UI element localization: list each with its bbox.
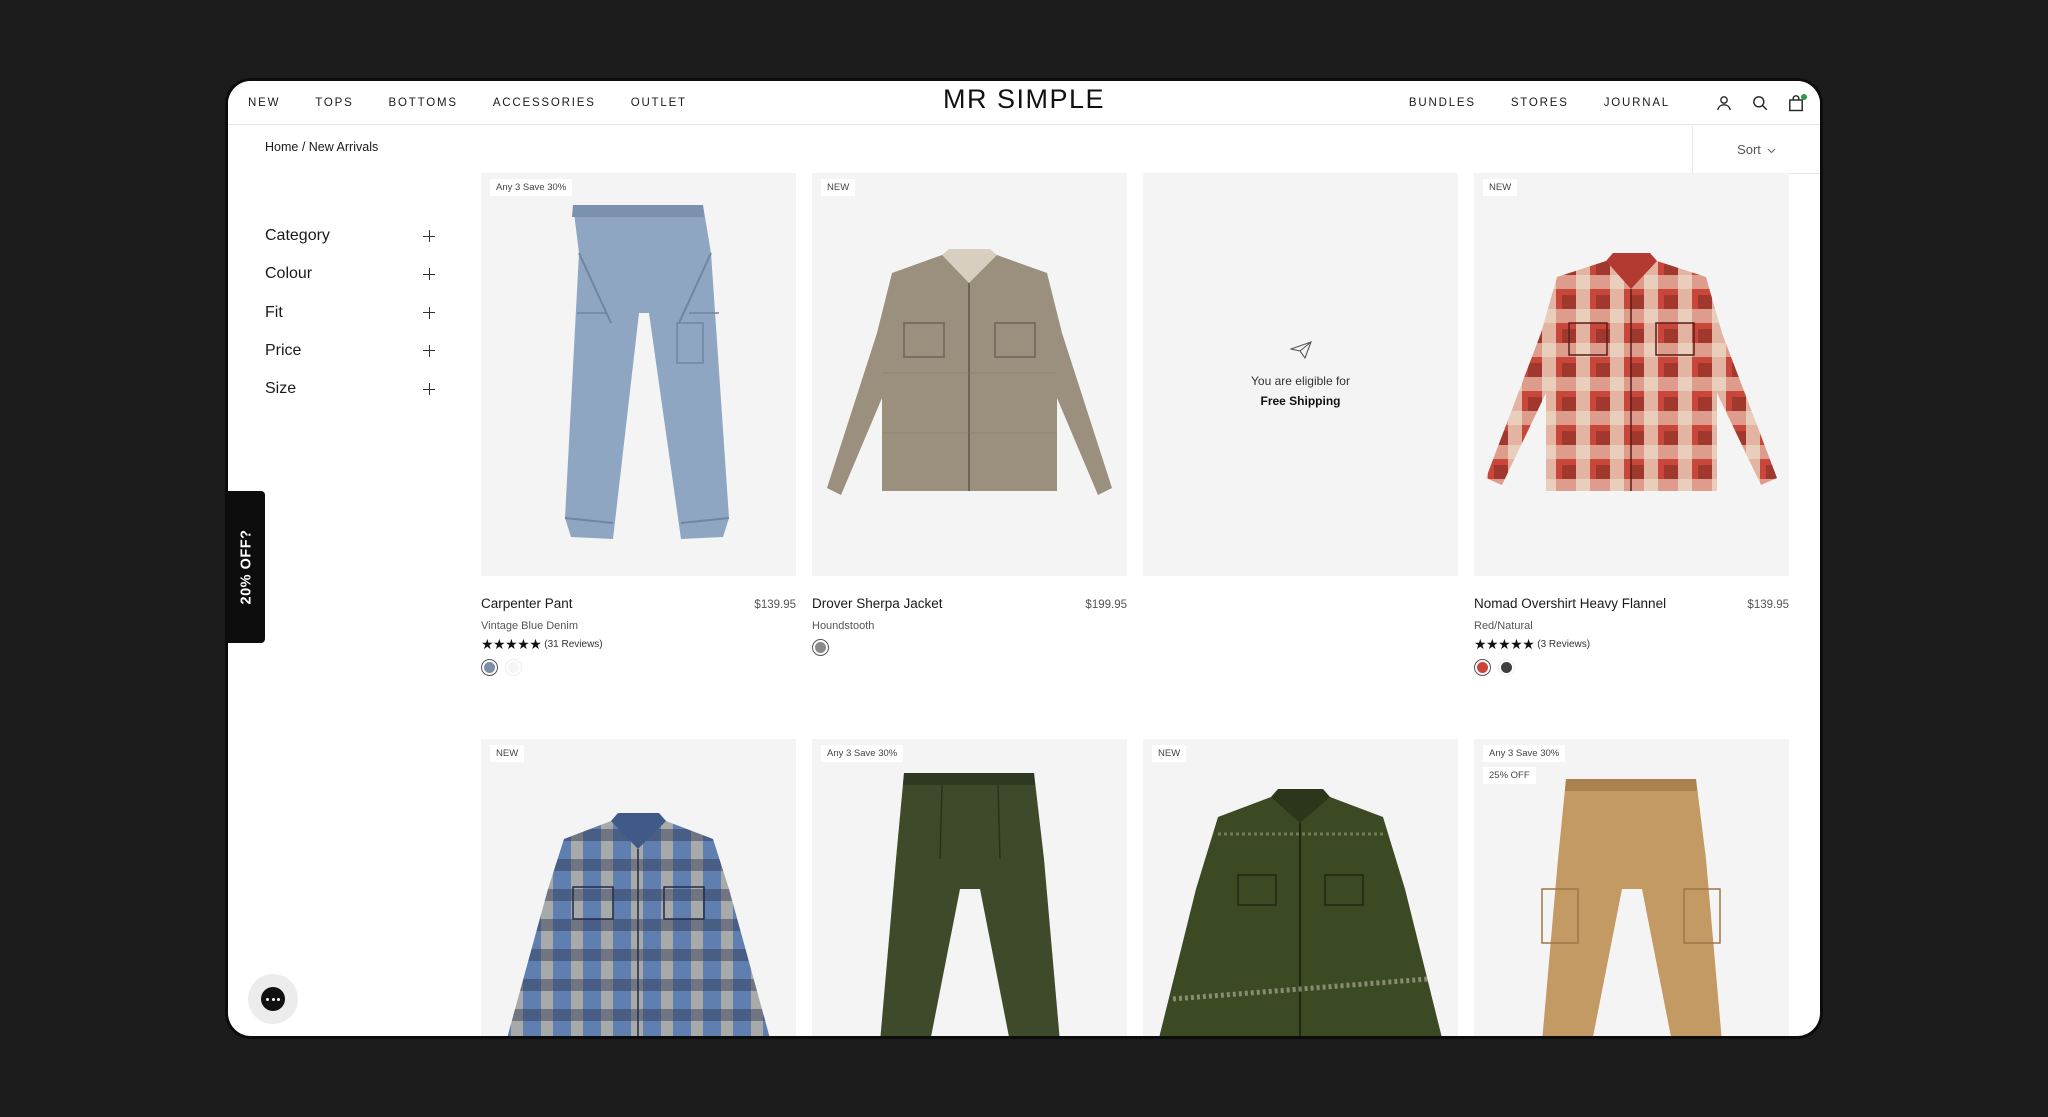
plus-icon xyxy=(423,230,435,243)
carpenter-pant-image xyxy=(564,205,730,539)
breadcrumb-home[interactable]: Home xyxy=(265,140,298,154)
color-swatches xyxy=(481,659,522,676)
discount-tab-label: 20% OFF? xyxy=(238,529,255,605)
paper-plane-icon xyxy=(1288,341,1312,364)
product-variant: Vintage Blue Denim xyxy=(481,620,579,632)
product-price: $199.95 xyxy=(1085,599,1127,611)
color-swatches xyxy=(812,639,829,656)
nav-new[interactable]: NEW xyxy=(248,97,280,109)
product-rating[interactable]: ★★★★★ (31 Reviews) xyxy=(481,637,603,651)
filter-colour[interactable]: Colour xyxy=(265,255,435,293)
product-variant: Red/Natural xyxy=(1474,620,1533,632)
review-count: (3 Reviews) xyxy=(1537,638,1591,650)
product-info: Nomad Overshirt Heavy Flannel $139.95 Re… xyxy=(1474,576,1789,676)
nav-bundles[interactable]: BUNDLES xyxy=(1409,97,1476,109)
filter-category[interactable]: Category xyxy=(265,217,435,255)
plus-icon xyxy=(423,268,435,281)
product-name[interactable]: Carpenter Pant xyxy=(481,596,573,611)
filter-fit[interactable]: Fit xyxy=(265,294,435,332)
discount-popup-tab[interactable]: 20% OFF? xyxy=(228,491,265,643)
shipping-highlight: Free Shipping xyxy=(1260,394,1341,408)
plus-icon xyxy=(423,344,435,357)
primary-nav: NEW TOPS BOTTOMS ACCESSORIES OUTLET xyxy=(248,81,687,125)
product-image[interactable]: NEW xyxy=(481,739,796,1036)
star-rating-icon: ★★★★★ xyxy=(481,636,542,652)
filter-label: Size xyxy=(265,380,297,398)
green-jacket-image xyxy=(1159,789,1442,1036)
color-swatch[interactable] xyxy=(1474,659,1491,676)
nav-tops[interactable]: TOPS xyxy=(315,97,353,109)
breadcrumb-separator: / xyxy=(298,140,309,154)
blue-flannel-shirt-image xyxy=(507,813,770,1036)
nav-accessories[interactable]: ACCESSORIES xyxy=(493,97,596,109)
cart-icon[interactable] xyxy=(1786,93,1807,113)
star-rating-icon: ★★★★★ xyxy=(1474,636,1535,652)
product-name[interactable]: Drover Sherpa Jacket xyxy=(812,596,943,611)
search-icon[interactable] xyxy=(1750,93,1770,113)
product-info: Carpenter Pant $139.95 Vintage Blue Deni… xyxy=(481,576,796,676)
plus-icon xyxy=(423,306,435,319)
filter-label: Price xyxy=(265,341,302,359)
product-info: Drover Sherpa Jacket $199.95 Houndstooth xyxy=(812,576,1127,676)
breadcrumb-current[interactable]: New Arrivals xyxy=(309,140,378,154)
product-image[interactable]: Any 3 Save 30% xyxy=(812,739,1127,1036)
shipping-message: You are eligible for xyxy=(1251,374,1350,388)
flannel-overshirt-image xyxy=(1486,253,1777,491)
chat-icon xyxy=(261,987,285,1011)
nav-stores[interactable]: STORES xyxy=(1511,97,1569,109)
color-swatches xyxy=(1474,659,1515,676)
review-count: (31 Reviews) xyxy=(544,638,603,650)
filter-label: Category xyxy=(265,227,330,245)
nav-journal[interactable]: JOURNAL xyxy=(1604,97,1670,109)
color-swatch[interactable] xyxy=(812,639,829,656)
product-variant: Houndstooth xyxy=(812,620,875,632)
product-card: NEW Nomad Overshirt Heavy Flannel $139.9… xyxy=(1474,173,1789,676)
browser-window: NEW TOPS BOTTOMS ACCESSORIES OUTLET MR S… xyxy=(225,78,1823,1039)
filter-price[interactable]: Price xyxy=(265,332,435,370)
filter-label: Colour xyxy=(265,265,313,283)
product-name[interactable]: Nomad Overshirt Heavy Flannel xyxy=(1474,596,1666,611)
filter-size[interactable]: Size xyxy=(265,370,435,408)
sort-label: Sort xyxy=(1737,142,1761,157)
chevron-down-icon xyxy=(1767,142,1776,157)
header-icons xyxy=(1714,81,1807,125)
product-card: Any 3 Save 30% Carpenter Pant $139.95 Vi… xyxy=(481,173,796,676)
breadcrumb: Home / New Arrivals xyxy=(265,140,378,154)
nav-bottoms[interactable]: BOTTOMS xyxy=(389,97,458,109)
product-image[interactable]: Any 3 Save 30% xyxy=(481,173,796,576)
free-shipping-notice: You are eligible for Free Shipping xyxy=(1143,173,1458,576)
product-price: $139.95 xyxy=(1747,599,1789,611)
color-swatch[interactable] xyxy=(481,659,498,676)
product-image[interactable]: Any 3 Save 30% 25% OFF xyxy=(1474,739,1789,1036)
product-image[interactable]: NEW xyxy=(1143,739,1458,1036)
color-swatch[interactable] xyxy=(1498,659,1515,676)
product-card: NEW xyxy=(1143,739,1458,1036)
product-image[interactable]: NEW xyxy=(812,173,1127,576)
cart-indicator xyxy=(1801,94,1807,100)
product-card: NEW xyxy=(481,739,796,1036)
sherpa-jacket-image xyxy=(827,249,1112,495)
color-swatch[interactable] xyxy=(505,659,522,676)
product-price: $139.95 xyxy=(754,599,796,611)
product-image[interactable]: NEW xyxy=(1474,173,1789,576)
filter-label: Fit xyxy=(265,303,283,321)
account-icon[interactable] xyxy=(1714,93,1734,113)
green-trouser-image xyxy=(880,773,1060,1036)
filter-panel: Category Colour Fit Price Size xyxy=(265,217,435,408)
chat-button[interactable] xyxy=(248,974,298,1024)
secondary-nav: BUNDLES STORES JOURNAL xyxy=(1409,81,1670,125)
product-card: Any 3 Save 30% 25% OFF xyxy=(1474,739,1789,1036)
product-rating[interactable]: ★★★★★ (3 Reviews) xyxy=(1474,637,1590,651)
product-card: Any 3 Save 30% xyxy=(812,739,1127,1036)
site-logo[interactable]: MR SIMPLE xyxy=(943,84,1105,115)
cargo-pant-image xyxy=(1541,779,1722,1036)
product-card: NEW Drover Sherpa Jacket $199.95 Houndst… xyxy=(812,173,1127,676)
site-header: NEW TOPS BOTTOMS ACCESSORIES OUTLET MR S… xyxy=(228,81,1820,125)
sort-dropdown[interactable]: Sort xyxy=(1692,126,1820,174)
nav-outlet[interactable]: OUTLET xyxy=(631,97,687,109)
plus-icon xyxy=(423,383,435,396)
